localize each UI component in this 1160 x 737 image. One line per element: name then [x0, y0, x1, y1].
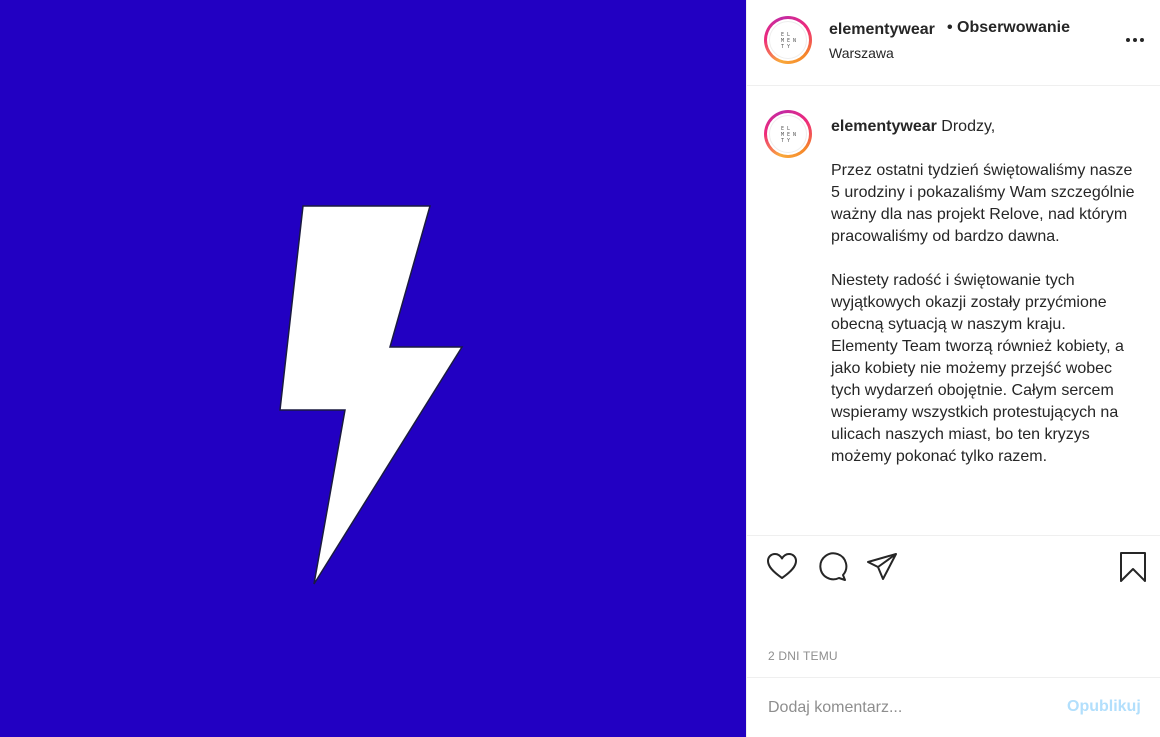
- lightning-bolt-icon: [279, 205, 464, 585]
- post-header: E L M E N T Y elementywear • Obserwowani…: [747, 0, 1160, 86]
- comment-input[interactable]: [768, 696, 1048, 720]
- bookmark-icon[interactable]: [1117, 551, 1149, 583]
- brand-logo-icon: E L M E N T Y: [781, 126, 796, 144]
- caption-text: elementywear Drodzy, Przez ostatni tydzi…: [831, 116, 1141, 468]
- post-actions: [747, 537, 1160, 597]
- post-timestamp[interactable]: 2 DNI TEMU: [768, 649, 838, 663]
- header-username[interactable]: elementywear: [829, 21, 935, 39]
- post-image[interactable]: [0, 0, 746, 737]
- brand-logo-icon: E L M E N T Y: [781, 32, 796, 50]
- location-link[interactable]: Warszawa: [829, 45, 894, 61]
- following-button[interactable]: • Obserwowanie: [947, 19, 1070, 37]
- caption-avatar[interactable]: E L M E N T Y: [764, 110, 812, 158]
- post-caption: E L M E N T Y elementywear Drodzy, Przez…: [747, 86, 1160, 536]
- comment-bar: Opublikuj: [747, 677, 1160, 737]
- comment-icon[interactable]: [816, 551, 848, 583]
- avatar[interactable]: E L M E N T Y: [764, 16, 812, 64]
- publish-button[interactable]: Opublikuj: [1067, 698, 1141, 716]
- svg-text:T Y: T Y: [781, 138, 790, 144]
- post-sidebar: E L M E N T Y elementywear • Obserwowani…: [746, 0, 1160, 737]
- share-icon[interactable]: [866, 551, 898, 583]
- caption-username[interactable]: elementywear: [831, 118, 937, 135]
- svg-text:T Y: T Y: [781, 44, 790, 50]
- more-options-icon[interactable]: [1125, 30, 1145, 50]
- heart-icon[interactable]: [766, 551, 798, 583]
- caption-body: Drodzy, Przez ostatni tydzień świętowali…: [831, 118, 1135, 465]
